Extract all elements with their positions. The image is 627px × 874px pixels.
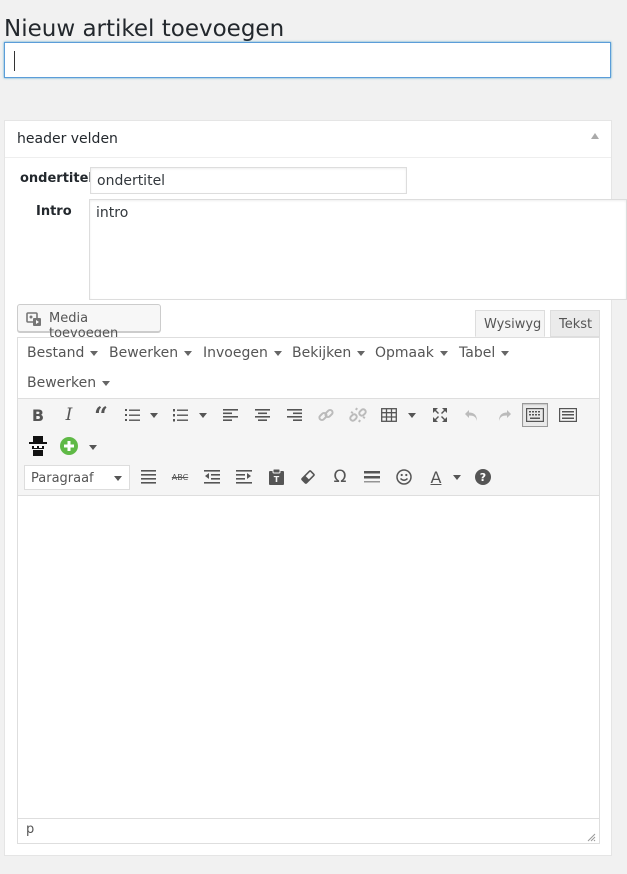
editor-content-area[interactable] (18, 496, 599, 819)
special-char-icon[interactable]: Ω (327, 465, 353, 489)
menu-table[interactable]: Tabel (459, 345, 510, 361)
metabox-title: header velden (17, 131, 118, 147)
chevron-down-icon[interactable] (150, 413, 158, 418)
tab-wysiwyg[interactable]: Wysiwyg (475, 310, 545, 337)
redo-icon[interactable] (491, 403, 517, 427)
spy-icon[interactable] (25, 434, 51, 458)
format-select[interactable]: Paragraaf (24, 465, 130, 490)
chevron-down-icon[interactable] (199, 413, 207, 418)
chevron-down-icon (102, 380, 111, 386)
clear-format-icon[interactable] (295, 465, 321, 489)
menu-file-label: Bestand (27, 345, 85, 361)
align-center-icon[interactable] (249, 403, 275, 427)
add-media-button[interactable]: Media toevoegen (17, 304, 161, 341)
justify-icon[interactable] (135, 465, 161, 489)
editor-menubar: Bestand Bewerken Invoegen Bekijken Opmaa… (18, 338, 599, 399)
keyboard-icon[interactable] (555, 403, 581, 427)
format-select-value: Paragraaf (31, 471, 94, 486)
intro-textarea[interactable]: intro (89, 199, 627, 300)
outdent-icon[interactable] (199, 465, 225, 489)
menu-edit[interactable]: Bewerken (109, 345, 193, 361)
strikethrough-icon[interactable]: ABC (167, 465, 193, 489)
chevron-down-icon (184, 350, 193, 356)
toolbar-toggle-icon[interactable] (522, 403, 548, 427)
unlink-icon[interactable] (345, 403, 371, 427)
menu-view-label: Bekijken (292, 345, 352, 361)
indent-icon[interactable] (231, 465, 257, 489)
undo-icon[interactable] (459, 403, 485, 427)
subtitle-field[interactable]: ondertitel (90, 167, 407, 194)
metabox-header[interactable]: header velden (5, 121, 611, 158)
chevron-down-icon (357, 350, 366, 356)
emoticon-icon[interactable] (391, 465, 417, 489)
table-icon[interactable] (376, 403, 402, 427)
menu-edit-label: Bewerken (109, 345, 179, 361)
menu-format-label: Opmaak (375, 345, 434, 361)
media-icon (26, 311, 42, 327)
rich-text-editor: Bestand Bewerken Invoegen Bekijken Opmaa… (17, 337, 600, 844)
menu-format[interactable]: Opmaak (375, 345, 448, 361)
link-icon[interactable] (313, 403, 339, 427)
intro-label: Intro (36, 204, 72, 219)
tab-text[interactable]: Tekst (550, 310, 600, 337)
paste-text-icon[interactable]: T (263, 465, 289, 489)
help-icon[interactable]: ? (470, 465, 496, 489)
menu-insert[interactable]: Invoegen (203, 345, 282, 361)
chevron-down-icon[interactable] (89, 445, 97, 450)
menu-view[interactable]: Bekijken (292, 345, 366, 361)
svg-text:T: T (273, 475, 279, 484)
align-right-icon[interactable] (281, 403, 307, 427)
align-left-icon[interactable] (217, 403, 243, 427)
bold-icon[interactable]: B (25, 403, 51, 427)
numbered-list-icon[interactable] (168, 403, 194, 427)
chevron-down-icon (439, 350, 448, 356)
chevron-down-icon (114, 476, 122, 481)
text-caret (14, 51, 15, 71)
menu-file[interactable]: Bestand (27, 345, 99, 361)
chevron-down-icon[interactable] (408, 413, 416, 418)
chevron-down-icon (90, 350, 99, 356)
italic-icon[interactable]: I (56, 403, 82, 427)
fullscreen-icon[interactable] (427, 403, 453, 427)
resize-handle-icon[interactable] (587, 831, 596, 842)
menu-edit-2[interactable]: Bewerken (27, 375, 111, 391)
chevron-down-icon[interactable] (453, 475, 461, 480)
page-title: Nieuw artikel toevoegen (4, 16, 285, 43)
bullet-list-icon[interactable] (120, 403, 146, 427)
horizontal-line-icon[interactable] (359, 465, 385, 489)
menu-insert-label: Invoegen (203, 345, 268, 361)
editor-statusbar: p (18, 818, 599, 843)
title-input[interactable] (4, 42, 611, 78)
chevron-down-icon (273, 350, 282, 356)
menu-edit-2-label: Bewerken (27, 375, 97, 391)
element-path[interactable]: p (26, 822, 34, 837)
menu-table-label: Tabel (459, 345, 496, 361)
svg-text:?: ? (480, 471, 486, 484)
chevron-down-icon (501, 350, 510, 356)
collapse-arrow-icon[interactable] (591, 133, 599, 139)
text-color-icon[interactable]: A (423, 465, 449, 489)
subtitle-label: ondertitel (20, 171, 93, 186)
add-icon[interactable] (56, 434, 82, 458)
blockquote-icon[interactable]: “ (88, 401, 114, 430)
